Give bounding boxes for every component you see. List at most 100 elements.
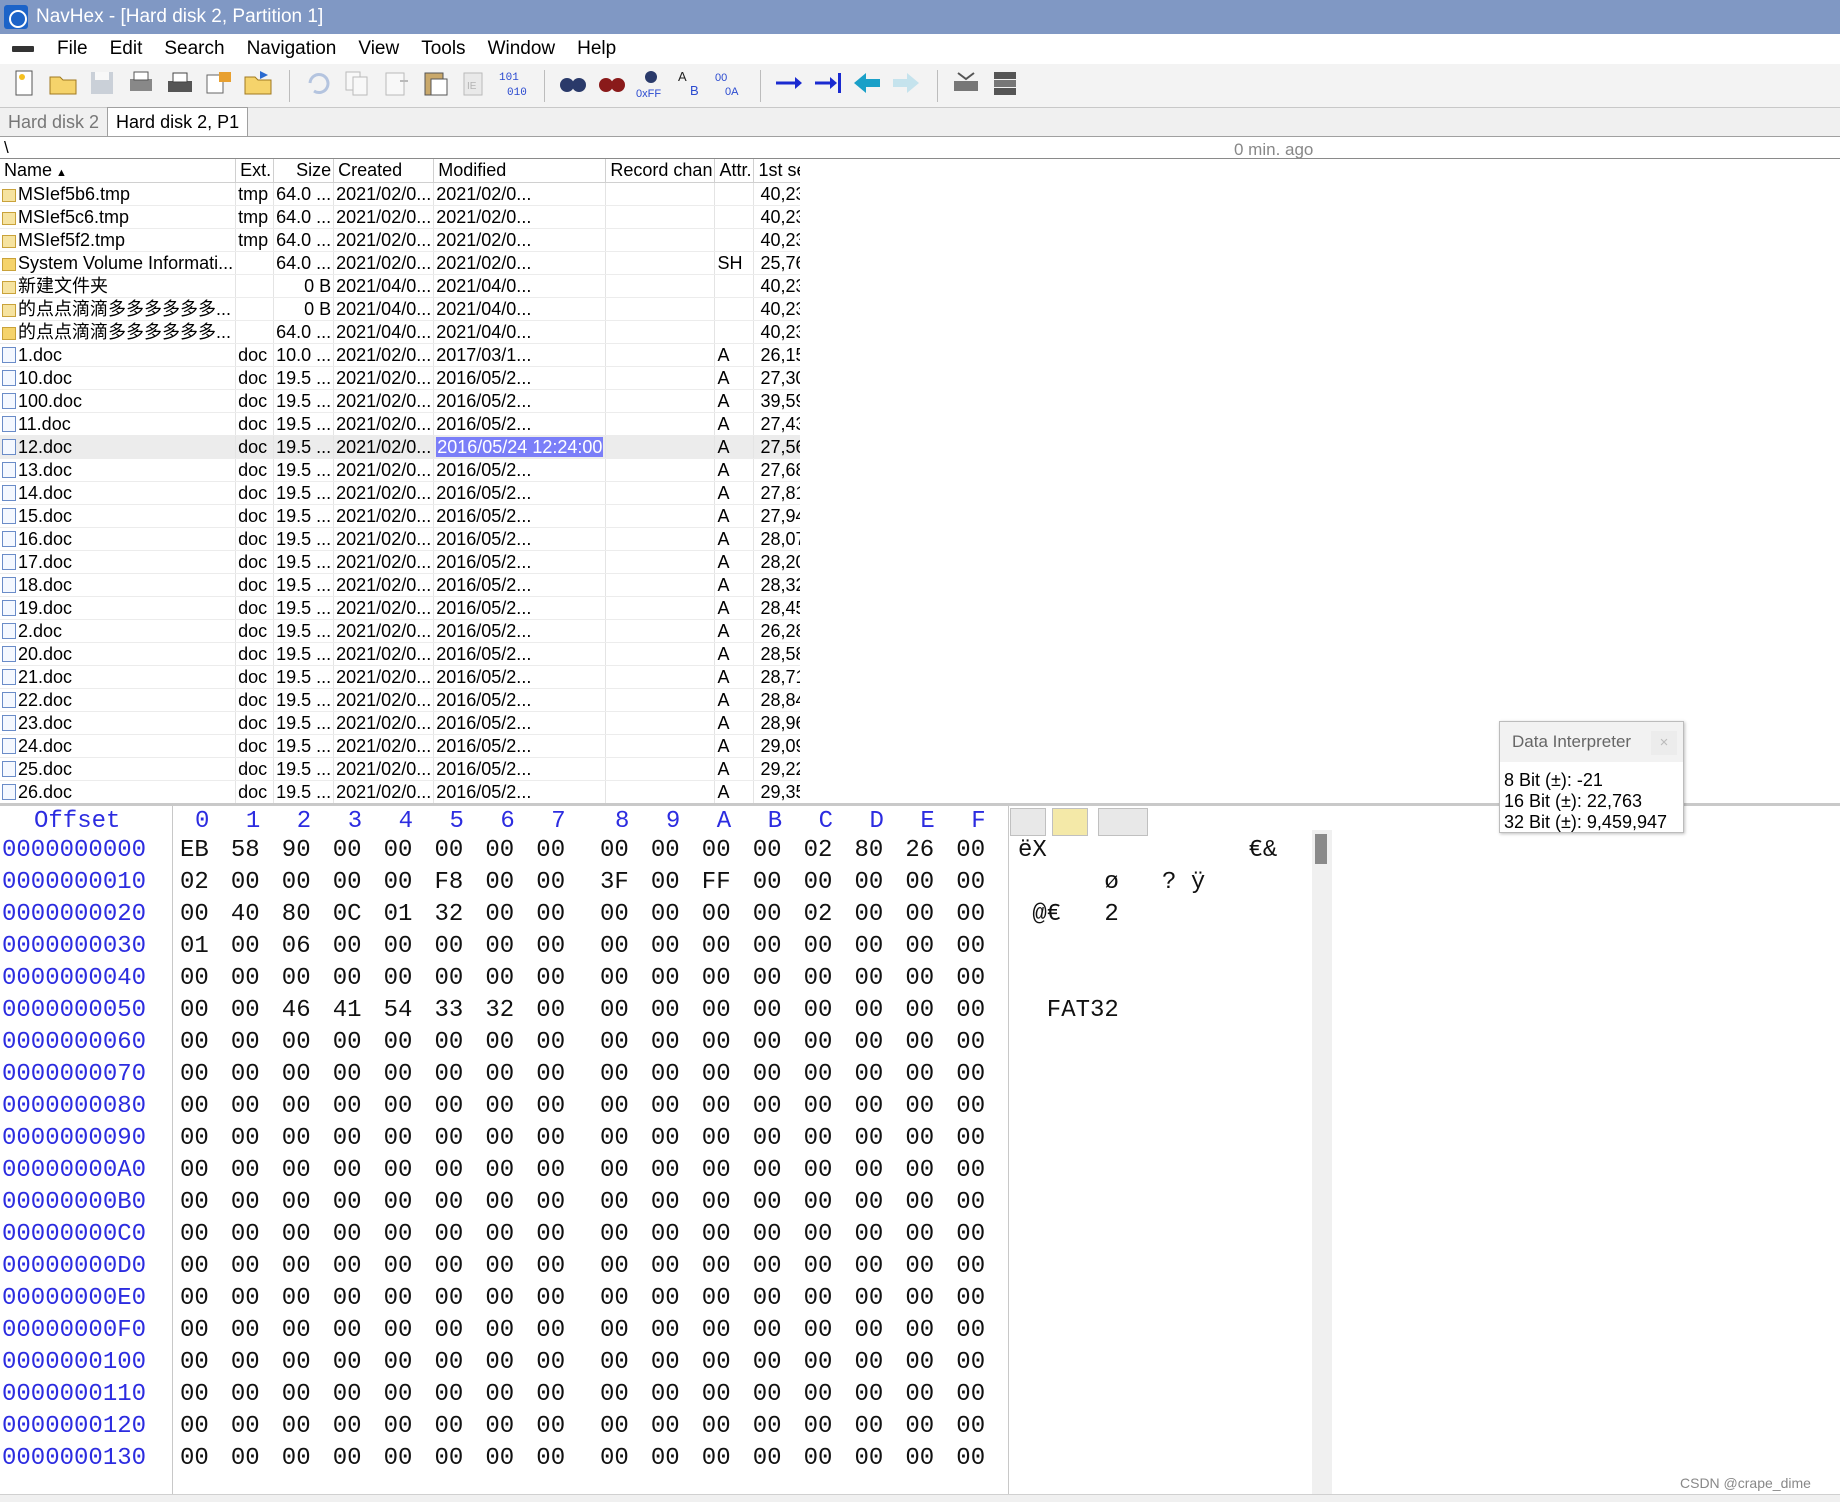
hex-byte[interactable]: 00 [600, 965, 629, 992]
clipboard-button[interactable] [417, 68, 453, 104]
hex-byte[interactable]: 00 [435, 1189, 464, 1216]
hex-byte[interactable]: 00 [435, 933, 464, 960]
open-disk-button[interactable] [948, 68, 984, 104]
save-button[interactable] [84, 68, 120, 104]
hex-byte[interactable]: 00 [231, 933, 260, 960]
hex-byte[interactable]: 00 [651, 1029, 680, 1056]
hex-byte[interactable]: 00 [956, 933, 985, 960]
file-row[interactable]: 的点点滴滴多多多多多多... 0 B 2021/04/0... 2021/04/0..… [0, 297, 800, 321]
hex-byte[interactable]: 00 [384, 1029, 413, 1056]
hex-byte[interactable]: 00 [282, 1189, 311, 1216]
file-row[interactable]: 19.doc doc 19.5 ... 2021/02/0... 2016/05/2..… [0, 596, 800, 620]
hex-byte[interactable]: 00 [600, 1093, 629, 1120]
hex-byte[interactable]: 00 [905, 1061, 934, 1088]
hex-byte[interactable]: 00 [905, 1221, 934, 1248]
hex-byte[interactable]: 00 [956, 1445, 985, 1472]
hex-byte[interactable]: 00 [435, 1349, 464, 1376]
hex-byte[interactable]: 00 [485, 1221, 514, 1248]
hex-byte[interactable]: 00 [651, 933, 680, 960]
hex-byte[interactable]: 26 [905, 837, 934, 864]
hex-byte[interactable]: 00 [180, 1221, 209, 1248]
hex-byte[interactable]: 00 [282, 1221, 311, 1248]
hex-byte[interactable]: 00 [333, 1157, 362, 1184]
hex-byte[interactable]: 00 [905, 933, 934, 960]
hex-byte[interactable]: 02 [804, 837, 833, 864]
hex-byte[interactable]: 02 [180, 869, 209, 896]
hex-byte[interactable]: 00 [651, 1381, 680, 1408]
hex-byte[interactable]: 00 [536, 869, 565, 896]
ascii-text[interactable]: ø ? ÿ [1018, 869, 1205, 896]
hex-byte[interactable]: 00 [600, 1157, 629, 1184]
hex-byte[interactable]: 00 [384, 965, 413, 992]
menu-edit[interactable]: Edit [99, 34, 154, 64]
hex-byte[interactable]: 00 [333, 1413, 362, 1440]
hex-byte[interactable]: 00 [600, 1253, 629, 1280]
menu-navigation[interactable]: Navigation [236, 34, 348, 64]
hex-byte[interactable]: 32 [485, 997, 514, 1024]
hex-byte[interactable]: 00 [536, 1093, 565, 1120]
column-header-1st-sec[interactable]: 1st sec [753, 159, 800, 183]
undo-button[interactable] [300, 68, 336, 104]
hex-byte[interactable]: 00 [231, 1413, 260, 1440]
hex-byte[interactable]: 00 [753, 997, 782, 1024]
hex-byte[interactable]: 00 [282, 1125, 311, 1152]
hex-byte[interactable]: 00 [702, 1253, 731, 1280]
hex-byte[interactable]: 00 [282, 1029, 311, 1056]
clipboard-data-button[interactable]: IE [456, 68, 492, 104]
hex-byte[interactable]: 00 [702, 1349, 731, 1376]
menu-view[interactable]: View [347, 34, 410, 64]
hex-byte[interactable]: 00 [435, 1093, 464, 1120]
hex-byte[interactable]: 00 [651, 1093, 680, 1120]
hex-byte[interactable]: 00 [753, 1285, 782, 1312]
file-row[interactable]: MSIef5b6.tmp tmp 64.0 ... 2021/02/0... 2021/… [0, 182, 800, 206]
hex-byte[interactable]: 00 [855, 1061, 884, 1088]
hex-byte[interactable]: 00 [753, 901, 782, 928]
hex-byte[interactable]: 33 [435, 997, 464, 1024]
hex-byte[interactable]: 00 [180, 1029, 209, 1056]
hex-byte[interactable]: 00 [753, 1317, 782, 1344]
hex-byte[interactable]: 00 [485, 1349, 514, 1376]
file-row[interactable]: MSIef5c6.tmp tmp 64.0 ... 2021/02/0... 2021/… [0, 205, 800, 229]
hex-byte[interactable]: 00 [333, 1125, 362, 1152]
hex-byte[interactable]: 00 [753, 1157, 782, 1184]
hex-byte[interactable]: 00 [702, 965, 731, 992]
hex-byte[interactable]: 00 [804, 1253, 833, 1280]
hex-byte[interactable]: 00 [600, 1189, 629, 1216]
hex-byte[interactable]: 00 [180, 997, 209, 1024]
hex-byte[interactable]: 00 [804, 1285, 833, 1312]
magnifier-icon[interactable] [1052, 808, 1088, 836]
hex-byte[interactable]: 00 [536, 837, 565, 864]
menu-help[interactable]: Help [566, 34, 627, 64]
hex-byte[interactable]: 00 [702, 1317, 731, 1344]
hex-byte[interactable]: 80 [282, 901, 311, 928]
hex-byte[interactable]: 54 [384, 997, 413, 1024]
hex-byte[interactable]: 00 [600, 1349, 629, 1376]
hex-byte[interactable]: 00 [435, 1253, 464, 1280]
hex-byte[interactable]: 00 [651, 1221, 680, 1248]
hex-byte[interactable]: 00 [180, 1349, 209, 1376]
hex-byte[interactable]: 00 [855, 1413, 884, 1440]
hex-byte[interactable]: 00 [804, 1061, 833, 1088]
hex-byte[interactable]: 00 [536, 965, 565, 992]
scrollbar-thumb[interactable] [1315, 834, 1327, 864]
hex-byte[interactable]: 00 [435, 1157, 464, 1184]
hex-byte[interactable]: 00 [384, 1061, 413, 1088]
hex-byte[interactable]: 00 [384, 1189, 413, 1216]
hex-byte[interactable]: 00 [905, 1253, 934, 1280]
hex-byte[interactable]: 00 [651, 1285, 680, 1312]
hex-byte[interactable]: 00 [855, 1157, 884, 1184]
hex-byte[interactable]: 00 [753, 1189, 782, 1216]
hex-byte[interactable]: 32 [435, 901, 464, 928]
hex-byte[interactable]: 00 [485, 1317, 514, 1344]
hex-byte[interactable]: 00 [702, 997, 731, 1024]
hex-editor[interactable]: 0000000000 EB 58 90 00 00 00 00 00 00 00 00 00 02 80 26… [0, 837, 1277, 1497]
hex-byte[interactable]: 00 [956, 1413, 985, 1440]
hex-byte[interactable]: 00 [485, 1093, 514, 1120]
hex-byte[interactable]: 00 [231, 1349, 260, 1376]
file-row[interactable]: 1.doc doc 10.0 ... 2021/02/0... 2017/03/1...… [0, 343, 800, 367]
find-text-button[interactable] [555, 68, 591, 104]
hex-byte[interactable]: 00 [180, 1413, 209, 1440]
menu-file[interactable]: File [46, 34, 99, 64]
hex-byte[interactable]: 00 [651, 1061, 680, 1088]
hex-byte[interactable]: 00 [753, 1221, 782, 1248]
